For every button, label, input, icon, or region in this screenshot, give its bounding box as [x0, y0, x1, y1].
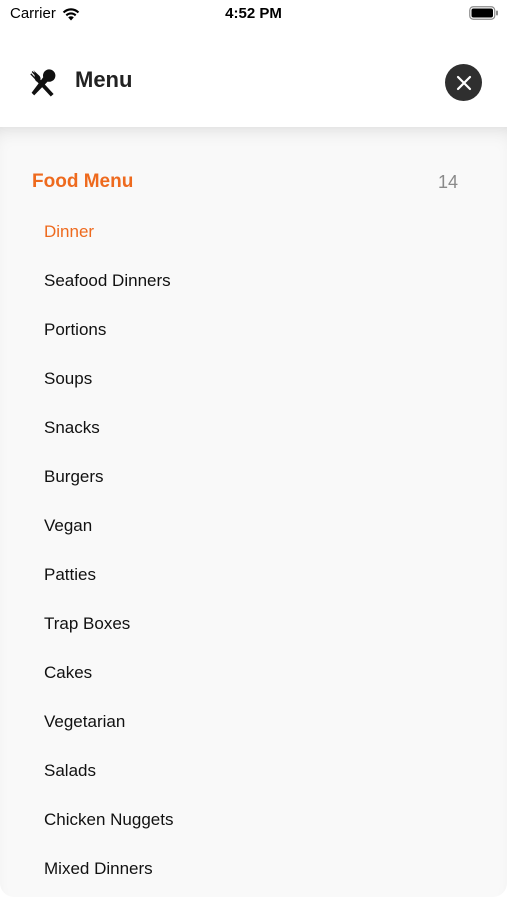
close-button[interactable] [445, 64, 482, 101]
category-item-trap-boxes[interactable]: Trap Boxes [44, 615, 173, 664]
category-item-cakes[interactable]: Cakes [44, 664, 173, 713]
category-item-patties[interactable]: Patties [44, 566, 173, 615]
section-title: Food Menu [32, 171, 134, 192]
page-title: Menu [75, 67, 133, 92]
menu-header: Menu [0, 37, 507, 127]
category-item-salads[interactable]: Salads [44, 762, 173, 811]
menu-panel: Food Menu 14 Dinner Seafood Dinners Port… [0, 127, 507, 897]
section-count: 14 [437, 171, 458, 192]
category-item-vegan[interactable]: Vegan [44, 517, 173, 566]
category-item-snacks[interactable]: Snacks [44, 419, 173, 468]
category-item-soups[interactable]: Soups [44, 370, 173, 419]
section-header[interactable]: Food Menu 14 [32, 171, 458, 193]
category-list: Dinner Seafood Dinners Portions Soups Sn… [44, 223, 173, 909]
category-item-seafood-dinners[interactable]: Seafood Dinners [44, 272, 173, 321]
category-item-mixed-dinners[interactable]: Mixed Dinners [44, 860, 173, 909]
fork-spoon-icon [30, 69, 56, 97]
category-item-portions[interactable]: Portions [44, 321, 173, 370]
status-time: 4:52 PM [225, 5, 282, 22]
category-item-chicken-nuggets[interactable]: Chicken Nuggets [44, 811, 173, 860]
category-item-vegetarian[interactable]: Vegetarian [44, 713, 173, 762]
category-item-dinner[interactable]: Dinner [44, 223, 173, 272]
battery-icon [469, 6, 498, 20]
category-item-burgers[interactable]: Burgers [44, 468, 173, 517]
close-icon [456, 75, 471, 90]
status-bar: Carrier 4:52 PM [0, 0, 507, 32]
